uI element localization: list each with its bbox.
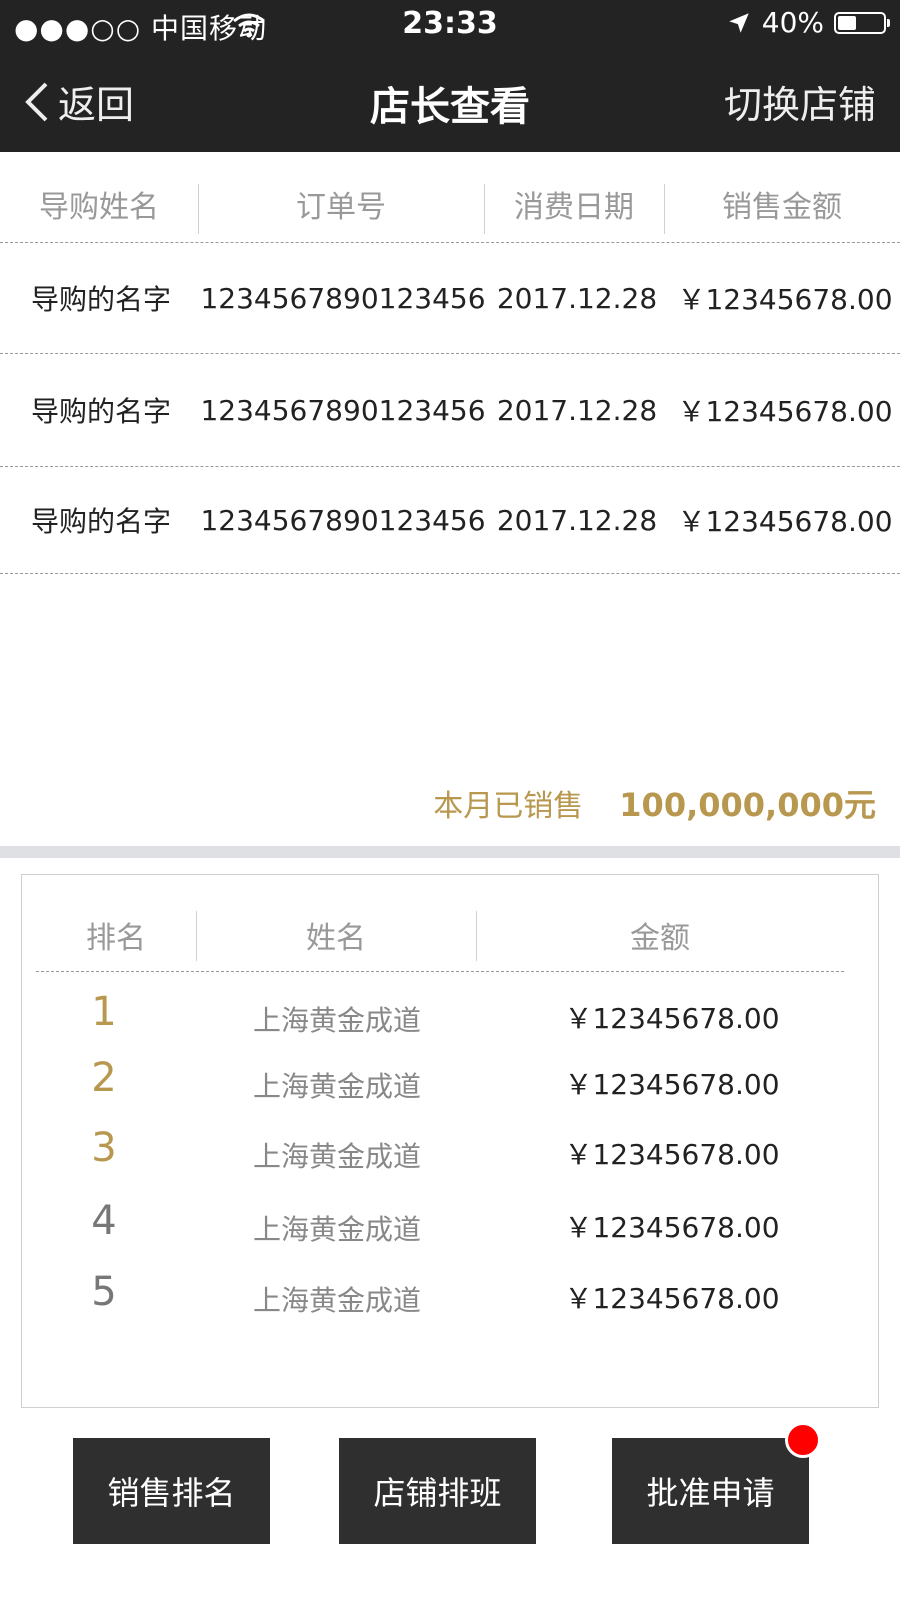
ranking-row[interactable]: 2 上海黄金成道 ￥12345678.00	[22, 1051, 878, 1111]
rank-number: 5	[91, 1269, 117, 1315]
ranking-row[interactable]: 4 上海黄金成道 ￥12345678.00	[22, 1194, 878, 1254]
rank-amount: ￥12345678.00	[564, 1002, 780, 1035]
col-amount: 金额	[630, 921, 690, 956]
rank-amount: ￥12345678.00	[564, 1138, 780, 1171]
section-divider	[0, 846, 900, 858]
guide-name: 导购的名字	[30, 283, 171, 316]
ranking-row[interactable]: 5 上海黄金成道 ￥12345678.00	[22, 1265, 878, 1325]
rank-name: 上海黄金成道	[252, 1213, 421, 1246]
rank-name: 上海黄金成道	[252, 1284, 421, 1317]
ranking-row[interactable]: 3 上海黄金成道 ￥12345678.00	[22, 1121, 878, 1181]
monthly-sales-label: 本月已销售	[433, 789, 584, 824]
battery-percent: 40%	[761, 6, 824, 39]
col-date: 消费日期	[514, 190, 634, 225]
order-number: 1234567890123456	[200, 503, 486, 537]
battery-fill	[838, 15, 856, 30]
col-name: 姓名	[306, 921, 366, 956]
table-row[interactable]: 导购的名字 1234567890123456 2017.12.28 ￥12345…	[0, 243, 900, 354]
rank-number: 3	[91, 1125, 117, 1171]
rank-name: 上海黄金成道	[252, 1004, 421, 1037]
notification-badge	[785, 1422, 821, 1458]
sales-ranking-button[interactable]: 销售排名	[73, 1438, 270, 1544]
order-date: 2017.12.28	[496, 393, 658, 427]
switch-store-button[interactable]: 切换店铺	[724, 74, 876, 129]
rank-name: 上海黄金成道	[252, 1140, 421, 1173]
store-schedule-button[interactable]: 店铺排班	[339, 1438, 536, 1544]
location-arrow-icon	[729, 12, 749, 33]
order-amount: ￥12345678.00	[677, 395, 893, 428]
monthly-sales-value: 100,000,000元	[619, 786, 876, 824]
table-row[interactable]: 导购的名字 1234567890123456 2017.12.28 ￥12345…	[0, 354, 900, 467]
order-number: 1234567890123456	[200, 393, 486, 427]
ranking-panel: 排名 姓名 金额 1 上海黄金成道 ￥12345678.00 2 上海黄金成道 …	[21, 874, 879, 1408]
order-date: 2017.12.28	[496, 503, 658, 537]
rank-number: 1	[91, 989, 117, 1035]
rank-amount: ￥12345678.00	[564, 1282, 780, 1315]
monthly-sales-summary: 本月已销售 100,000,000元	[433, 780, 876, 826]
rank-amount: ￥12345678.00	[564, 1211, 780, 1244]
rank-name: 上海黄金成道	[252, 1070, 421, 1103]
rank-amount: ￥12345678.00	[564, 1068, 780, 1101]
ranking-table-header: 排名 姓名 金额	[36, 875, 844, 972]
rank-number: 2	[91, 1055, 117, 1101]
order-amount: ￥12345678.00	[677, 505, 893, 538]
nav-bar: 返回 店长查看 切换店铺	[0, 50, 900, 152]
approve-request-button[interactable]: 批准申请	[612, 1438, 809, 1544]
order-number: 1234567890123456	[200, 281, 486, 315]
status-right: 40%	[726, 6, 890, 39]
guide-name: 导购的名字	[30, 505, 171, 538]
order-date: 2017.12.28	[496, 281, 658, 315]
col-guide-name: 导购姓名	[39, 190, 159, 225]
col-order-number: 订单号	[296, 190, 386, 225]
guide-name: 导购的名字	[30, 395, 171, 428]
orders-table-header: 导购姓名 订单号 消费日期 销售金额	[0, 152, 900, 243]
status-bar: ●●●○○ 中国移动 23:33 40%	[0, 0, 900, 50]
rank-number: 4	[91, 1198, 117, 1244]
battery-icon	[834, 11, 890, 34]
order-amount: ￥12345678.00	[677, 283, 893, 316]
col-rank: 排名	[86, 921, 146, 956]
top-bar: ●●●○○ 中国移动 23:33 40% 返回 店长查看 切换店铺	[0, 0, 900, 152]
ranking-row[interactable]: 1 上海黄金成道 ￥12345678.00	[22, 985, 878, 1045]
wifi-icon	[233, 13, 265, 38]
table-row[interactable]: 导购的名字 1234567890123456 2017.12.28 ￥12345…	[0, 467, 900, 574]
col-amount: 销售金额	[722, 190, 842, 225]
